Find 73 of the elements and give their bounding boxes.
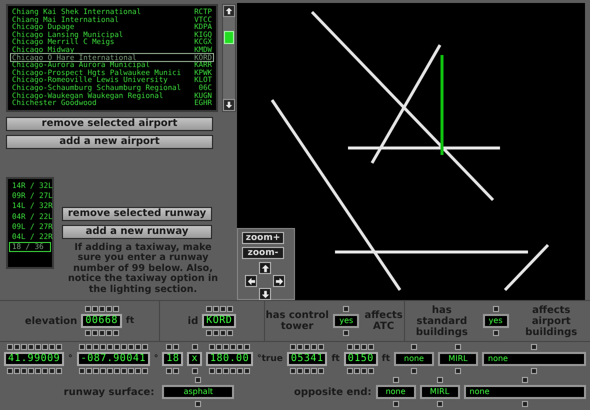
increment-button[interactable] <box>455 344 461 350</box>
value-field[interactable]: -087.90041 <box>76 352 150 366</box>
increment-button[interactable] <box>411 344 417 350</box>
decrement-button[interactable] <box>343 330 350 336</box>
unit-label: ° <box>68 354 73 364</box>
field-label: runway surface: <box>64 386 154 398</box>
scroll-down-button[interactable] <box>223 99 235 111</box>
value-field[interactable]: 18 <box>162 352 184 366</box>
zoom-button[interactable]: zoom- <box>242 247 284 259</box>
decrement-button[interactable] <box>531 368 537 374</box>
value-field[interactable]: 41.99009 <box>4 352 64 366</box>
runway-button[interactable]: add a new runway <box>62 225 212 239</box>
field-label: opposite end: <box>294 386 372 398</box>
dropdown-field[interactable]: none <box>376 385 416 399</box>
right-arrow-icon <box>274 276 284 286</box>
left-arrow-icon <box>246 276 256 286</box>
note-label: affects ATC <box>363 310 404 332</box>
decrement-button[interactable] <box>411 368 417 374</box>
pan-right-button[interactable] <box>273 275 285 287</box>
decrement-button[interactable] <box>455 368 461 374</box>
increment-button[interactable] <box>531 344 537 350</box>
note-label: affects airport buildings <box>524 304 578 338</box>
decrement-button[interactable] <box>522 401 528 407</box>
decrement-button[interactable] <box>492 330 499 336</box>
decrement-button[interactable] <box>195 401 202 407</box>
scrollbar[interactable] <box>222 4 236 112</box>
unit-label: ft <box>331 354 340 364</box>
value-field[interactable]: 05341 <box>286 352 328 366</box>
dropdown-field[interactable]: MIRL <box>420 385 460 399</box>
value-field[interactable]: x <box>187 352 202 366</box>
airport-button[interactable]: add a new airport <box>6 135 213 149</box>
decrement-button[interactable] <box>436 401 443 407</box>
up-arrow-icon <box>260 264 270 272</box>
increment-button[interactable] <box>392 377 399 383</box>
zoom-button[interactable]: zoom+ <box>242 232 284 244</box>
dropdown-field[interactable]: none <box>394 352 434 366</box>
unit-label: ft <box>382 354 390 364</box>
down-arrow-icon <box>225 101 233 109</box>
increment-button[interactable] <box>192 344 198 350</box>
value-field[interactable]: 180.00 <box>206 352 254 366</box>
runway-button[interactable]: remove selected runway <box>62 207 212 221</box>
unit-label: °true <box>257 354 283 364</box>
scroll-thumb[interactable] <box>224 31 234 44</box>
value-field[interactable]: 0150 <box>344 352 378 366</box>
increment-button[interactable] <box>195 377 202 383</box>
dropdown-field[interactable]: yes <box>482 314 508 328</box>
increment-button[interactable] <box>522 377 528 383</box>
value-field[interactable]: 00668 <box>81 314 122 328</box>
value-field[interactable]: KORD <box>202 314 236 328</box>
field-label: has standard buildings <box>414 304 469 338</box>
scroll-up-button[interactable] <box>223 5 235 17</box>
help-text: If adding a taxiway, make sure you enter a runway number of 99 below. Also, notice the taxiway option in the lighting section. <box>67 243 219 296</box>
increment-button[interactable] <box>343 306 350 312</box>
unit-label: ° <box>154 354 158 364</box>
field-label: has control tower <box>265 310 330 332</box>
dropdown-field[interactable]: yes <box>333 314 360 328</box>
increment-button[interactable] <box>492 306 499 312</box>
dropdown-field[interactable]: none <box>464 385 586 399</box>
increment-button[interactable] <box>436 377 443 383</box>
pan-left-button[interactable] <box>245 275 257 287</box>
pan-down-button[interactable] <box>259 288 271 300</box>
unit-label: ft <box>126 316 134 326</box>
decrement-button[interactable] <box>392 401 399 407</box>
dropdown-field[interactable]: asphalt <box>162 385 234 399</box>
decrement-button[interactable] <box>192 368 198 374</box>
pan-up-button[interactable] <box>259 262 271 274</box>
down-arrow-icon <box>260 290 270 298</box>
dropdown-field[interactable]: MIRL <box>438 352 478 366</box>
airport-button[interactable]: remove selected airport <box>6 117 213 131</box>
field-label: elevation <box>24 316 78 326</box>
dropdown-field[interactable]: none <box>482 352 586 366</box>
up-arrow-icon <box>225 7 233 15</box>
field-label: id <box>188 316 198 326</box>
